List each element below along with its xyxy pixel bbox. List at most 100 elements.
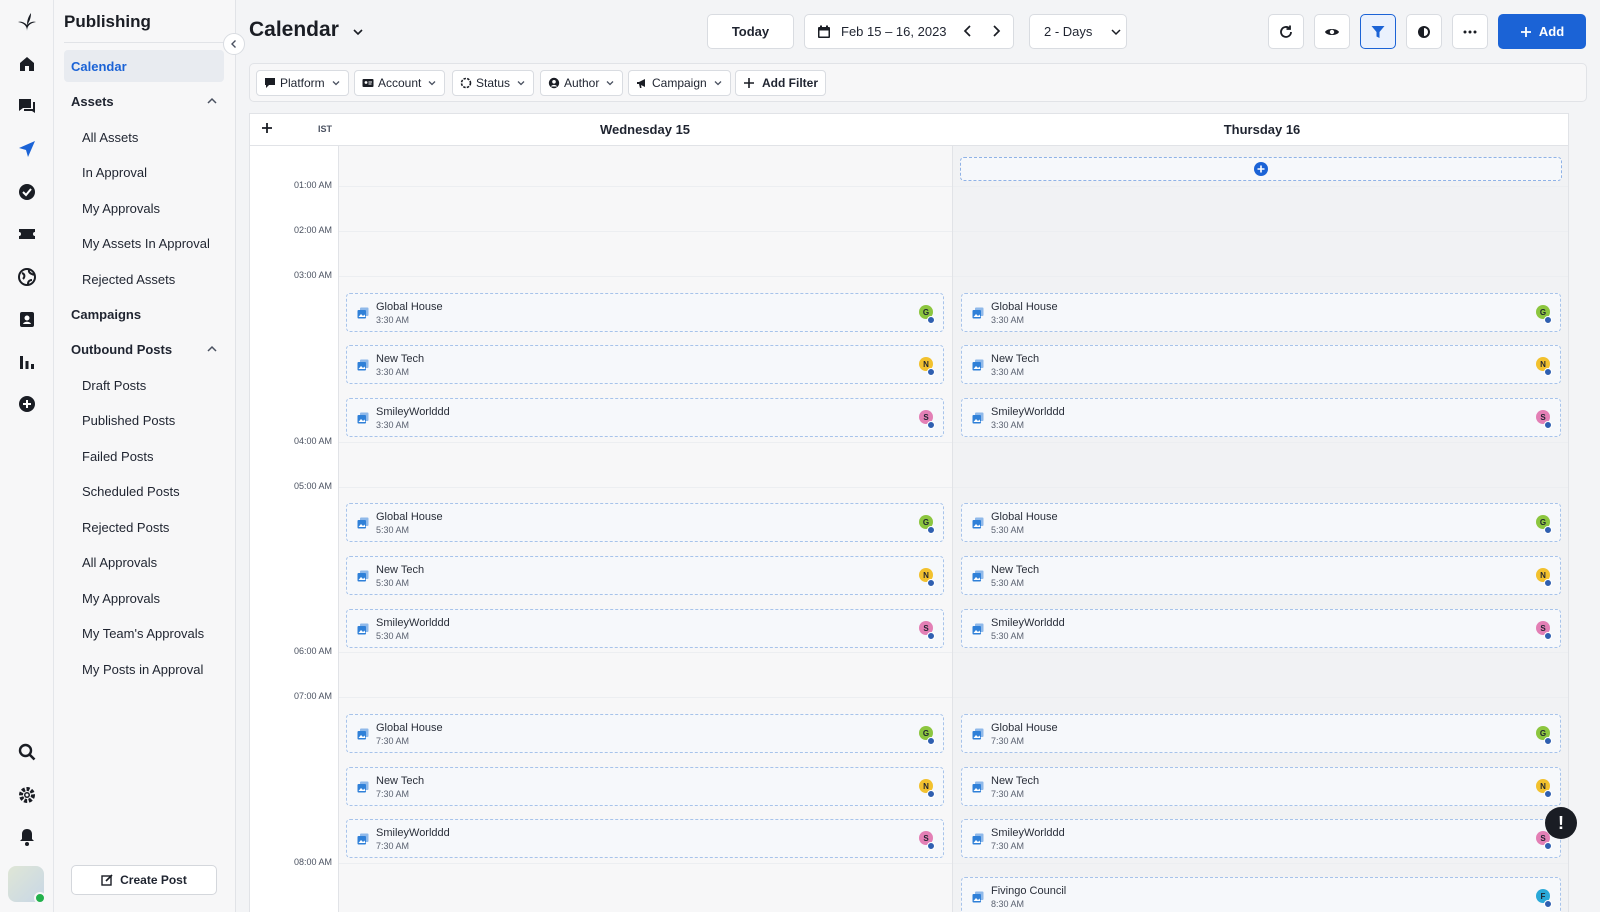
chat-icon[interactable]	[17, 96, 37, 116]
today-button[interactable]: Today	[707, 14, 794, 49]
chevron-down-icon	[332, 81, 340, 86]
post-card[interactable]: New Tech 3:30 AM N	[961, 345, 1561, 384]
post-account-name: SmileyWorlddd	[376, 827, 450, 839]
hour-gridline	[338, 186, 1568, 187]
calendar-icon	[818, 25, 830, 38]
chevron-down-icon	[517, 81, 525, 86]
sidebar-item-assets[interactable]: Assets	[64, 85, 224, 117]
hour-label: 06:00 AM	[293, 646, 332, 656]
facebook-badge-icon	[1544, 579, 1552, 587]
sidebar-item-campaigns[interactable]: Campaigns	[64, 298, 224, 330]
campaign-filter[interactable]: Campaign	[628, 70, 731, 96]
post-time: 7:30 AM	[376, 789, 410, 799]
globe-icon[interactable]	[17, 267, 37, 287]
brand-logo-icon[interactable]	[15, 10, 39, 34]
post-time: 5:30 AM	[376, 525, 410, 535]
sidebar-item-my-posts-in-approval[interactable]: My Posts in Approval	[64, 653, 224, 685]
add-post-slot[interactable]	[960, 157, 1562, 181]
refresh-button[interactable]	[1268, 14, 1304, 49]
image-post-icon	[972, 517, 984, 529]
sidebar-item-my-assets-in-approval[interactable]: My Assets In Approval	[64, 227, 224, 259]
create-post-button[interactable]: Create Post	[71, 865, 217, 895]
image-post-icon	[357, 412, 369, 424]
post-card[interactable]: SmileyWorlddd 7:30 AM S	[961, 819, 1561, 858]
sidebar-item-my-approvals-posts[interactable]: My Approvals	[64, 582, 224, 614]
check-circle-icon[interactable]	[17, 182, 37, 202]
facebook-badge-icon	[927, 526, 935, 534]
post-card[interactable]: New Tech 7:30 AM N	[961, 767, 1561, 806]
sidebar-item-my-approvals[interactable]: My Approvals	[64, 192, 224, 224]
post-card[interactable]: SmileyWorlddd 5:30 AM S	[961, 609, 1561, 648]
sidebar-item-published-posts[interactable]: Published Posts	[64, 404, 224, 436]
plus-icon	[744, 78, 754, 88]
account-filter[interactable]: Account	[354, 70, 446, 96]
user-avatar[interactable]	[8, 866, 46, 904]
filter-button[interactable]	[1360, 14, 1396, 49]
sidebar-item-failed-posts[interactable]: Failed Posts	[64, 440, 224, 472]
sidebar-item-draft-posts[interactable]: Draft Posts	[64, 369, 224, 401]
plus-icon[interactable]	[260, 121, 274, 135]
status-filter[interactable]: Status	[452, 70, 535, 96]
post-card[interactable]: New Tech 5:30 AM N	[346, 556, 944, 595]
post-card[interactable]: Global House 5:30 AM G	[346, 503, 944, 542]
facebook-badge-icon	[1544, 421, 1552, 429]
post-card[interactable]: New Tech 5:30 AM N	[961, 556, 1561, 595]
post-card[interactable]: SmileyWorlddd 3:30 AM S	[961, 398, 1561, 437]
hour-label: 01:00 AM	[293, 180, 332, 190]
sidebar-item-all-assets[interactable]: All Assets	[64, 121, 224, 153]
post-card[interactable]: SmileyWorlddd 5:30 AM S	[346, 609, 944, 648]
post-card[interactable]: SmileyWorlddd 7:30 AM S	[346, 819, 944, 858]
facebook-badge-icon	[927, 737, 935, 745]
plus-circle-icon[interactable]	[17, 394, 37, 414]
sidebar-item-in-approval[interactable]: In Approval	[64, 156, 224, 188]
post-card[interactable]: Global House 7:30 AM G	[961, 714, 1561, 753]
author-filter[interactable]: Author	[540, 70, 624, 96]
date-range-picker[interactable]: Feb 15 – 16, 2023	[804, 14, 1014, 49]
image-post-icon	[357, 570, 369, 582]
search-icon[interactable]	[17, 742, 37, 762]
contact-icon[interactable]	[17, 309, 37, 329]
image-post-icon	[357, 517, 369, 529]
gear-icon[interactable]	[17, 785, 37, 805]
post-card[interactable]: New Tech 7:30 AM N	[346, 767, 944, 806]
add-filter-button[interactable]: Add Filter	[735, 70, 826, 96]
hour-gridline	[338, 652, 1568, 653]
post-account-name: Global House	[376, 511, 443, 523]
sidenav-divider	[64, 42, 225, 43]
sidebar-item-all-approvals[interactable]: All Approvals	[64, 546, 224, 578]
post-card[interactable]: Global House 3:30 AM G	[961, 293, 1561, 332]
facebook-badge-icon	[1544, 368, 1552, 376]
theme-button[interactable]	[1406, 14, 1442, 49]
alert-button[interactable]: !	[1545, 807, 1577, 839]
preview-button[interactable]	[1314, 14, 1350, 49]
sidebar-item-rejected-posts[interactable]: Rejected Posts	[64, 511, 224, 543]
post-card[interactable]: New Tech 3:30 AM N	[346, 345, 944, 384]
send-icon[interactable]	[17, 139, 37, 159]
author-filter-label: Author	[564, 76, 600, 90]
sidebar-item-rejected-assets[interactable]: Rejected Assets	[64, 263, 224, 295]
post-card[interactable]: Global House 7:30 AM G	[346, 714, 944, 753]
more-horizontal-icon	[1463, 30, 1477, 33]
sidebar-item-my-teams-approvals[interactable]: My Team's Approvals	[64, 617, 224, 649]
collapse-sidebar-button[interactable]	[223, 33, 245, 55]
sidebar-item-outbound-posts[interactable]: Outbound Posts	[64, 333, 224, 365]
bell-icon[interactable]	[17, 827, 37, 847]
post-card[interactable]: Global House 3:30 AM G	[346, 293, 944, 332]
bar-chart-icon[interactable]	[17, 352, 37, 372]
platform-filter[interactable]: Platform	[256, 70, 349, 96]
title-dropdown-button[interactable]	[350, 24, 366, 40]
view-range-dropdown[interactable]: 2 - Days	[1029, 14, 1127, 49]
home-icon[interactable]	[17, 54, 37, 74]
sidebar-item-calendar[interactable]: Calendar	[64, 50, 224, 82]
post-time: 3:30 AM	[376, 420, 410, 430]
post-card[interactable]: Fivingo Council 8:30 AM F	[961, 877, 1561, 912]
more-options-button[interactable]	[1452, 14, 1488, 49]
add-button[interactable]: Add	[1498, 14, 1586, 49]
chevron-left-icon[interactable]	[961, 24, 975, 38]
post-card[interactable]: Global House 5:30 AM G	[961, 503, 1561, 542]
post-card[interactable]: SmileyWorlddd 3:30 AM S	[346, 398, 944, 437]
chevron-right-icon[interactable]	[989, 24, 1003, 38]
sidebar-item-scheduled-posts[interactable]: Scheduled Posts	[64, 475, 224, 507]
hour-label: 07:00 AM	[293, 691, 332, 701]
ticket-icon[interactable]	[17, 224, 37, 244]
